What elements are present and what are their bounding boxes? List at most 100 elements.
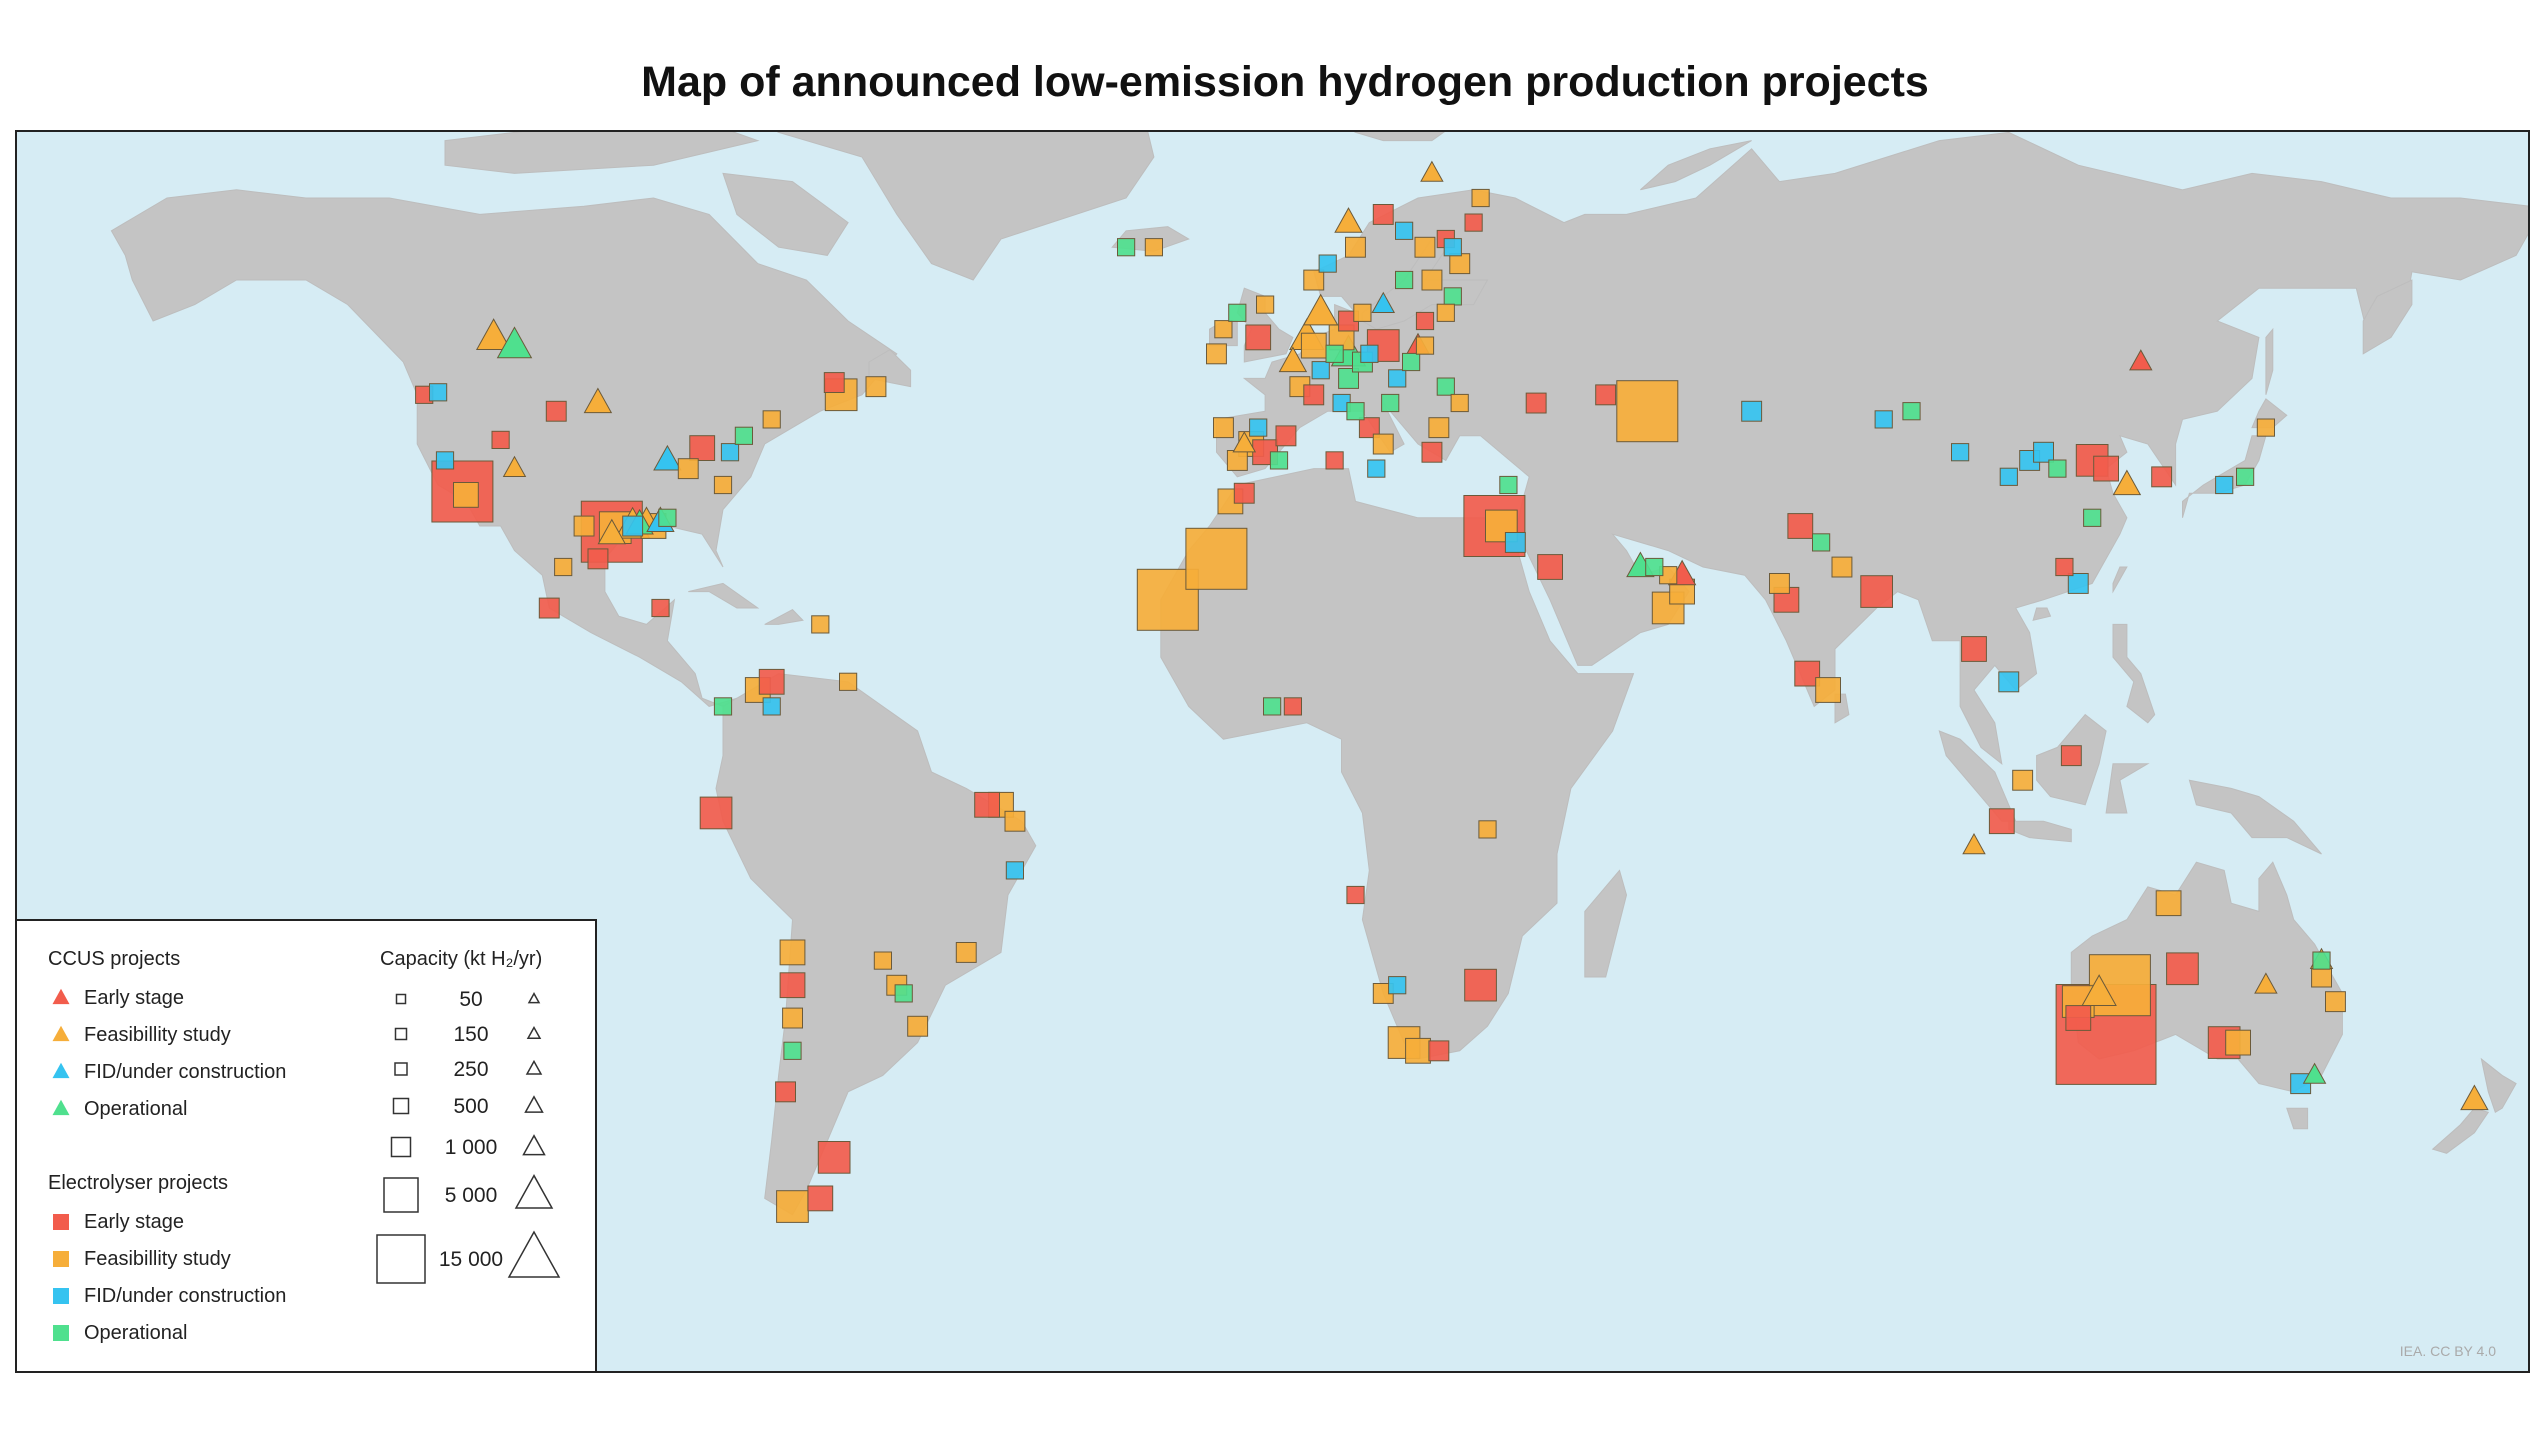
electrolyser-project-marker — [554, 557, 573, 577]
electrolyser-project-marker — [1117, 238, 1136, 257]
electrolyser-project-marker — [720, 443, 740, 462]
ccus-legend-early_stage-label: Early stage — [84, 987, 184, 1009]
electrolyser-project-marker — [1372, 204, 1394, 225]
capacity-value-label: 5 000 — [445, 1184, 498, 1207]
electrolyser-project-marker — [1860, 575, 1894, 608]
electrolyser-project-marker — [1499, 475, 1518, 495]
electrolyser-project-marker — [762, 697, 781, 716]
electrolyser-project-marker — [1325, 344, 1344, 363]
electrolyser-project-marker — [894, 984, 913, 1003]
electrolyser-project-marker — [622, 515, 644, 537]
electrolyser-project-marker — [811, 615, 830, 634]
electrolyser-project-marker — [1831, 556, 1853, 578]
electrolyser-legend-heading: Electrolyser projects — [48, 1172, 228, 1194]
electrolyser-project-marker — [2012, 769, 2034, 791]
electrolyser-project-marker — [1415, 311, 1435, 331]
electrolyser-project-marker — [775, 1081, 796, 1103]
electrolyser-project-marker — [1428, 1040, 1450, 1062]
electrolyser-project-marker — [1449, 253, 1471, 275]
electrolyser-project-marker — [1206, 343, 1227, 365]
electrolyser-project-marker — [2060, 745, 2082, 767]
electrolyser-project-marker — [545, 400, 567, 422]
electrolyser-project-marker — [907, 1015, 929, 1037]
electrolyser-project-marker — [1004, 810, 1026, 832]
ccus-legend-operational-label: Operational — [84, 1098, 187, 1120]
electrolyser-project-marker — [2236, 467, 2255, 486]
electrolyser-project-marker — [1233, 482, 1255, 504]
electrolyser-project-marker — [699, 796, 733, 830]
electrolyser-project-marker — [2215, 475, 2234, 495]
electrolyser-project-marker — [823, 372, 845, 394]
electrolyser-project-marker — [1388, 976, 1407, 995]
ccus-legend-fid_under_construction-label: FID/under construction — [84, 1061, 286, 1083]
electrolyser-legend-operational-label: Operational — [84, 1322, 187, 1344]
electrolyser-project-marker — [713, 697, 733, 716]
electrolyser-project-marker — [1421, 269, 1443, 291]
electrolyser-project-marker — [1595, 384, 1617, 406]
electrolyser-project-marker — [2166, 952, 2199, 986]
electrolyser-project-marker — [1769, 573, 1790, 594]
electrolyser-legend-early_stage-label: Early stage — [84, 1211, 184, 1233]
electrolyser-project-marker — [839, 672, 858, 691]
ccus-legend-fid_under_construction-swatch — [52, 1062, 70, 1079]
electrolyser-project-marker — [955, 942, 977, 963]
electrolyser-project-marker — [1428, 417, 1450, 439]
electrolyser-project-marker — [1345, 236, 1366, 258]
capacity-square-5 — [383, 1177, 419, 1213]
electrolyser-project-marker — [1256, 295, 1275, 314]
electrolyser-project-marker — [734, 426, 753, 445]
ccus-legend-heading: CCUS projects — [48, 948, 180, 970]
electrolyser-project-marker — [974, 791, 1001, 818]
electrolyser-project-marker — [435, 451, 455, 470]
electrolyser-project-marker — [779, 939, 806, 966]
electrolyser-project-marker — [817, 1141, 851, 1174]
electrolyser-project-marker — [1812, 533, 1831, 552]
electrolyser-project-marker — [2311, 966, 2333, 988]
electrolyser-project-marker — [2325, 991, 2346, 1013]
electrolyser-project-marker — [1504, 532, 1526, 553]
electrolyser-project-marker — [1318, 254, 1337, 273]
ccus-legend-operational-swatch — [52, 1099, 70, 1116]
electrolyser-project-marker — [1367, 459, 1386, 478]
electrolyser-project-marker — [1415, 336, 1435, 355]
electrolyser-project-marker — [1283, 697, 1303, 716]
capacity-value-label: 1 000 — [445, 1136, 498, 1159]
electrolyser-project-marker — [538, 597, 560, 619]
electrolyser-project-marker — [1450, 393, 1469, 413]
electrolyser-project-marker — [1436, 377, 1455, 396]
capacity-triangle-2 — [525, 1059, 543, 1075]
electrolyser-project-marker — [1402, 352, 1421, 372]
electrolyser-project-marker — [2067, 573, 2089, 594]
electrolyser-project-marker — [689, 435, 716, 462]
ccus-legend-feasibility_study-swatch — [52, 1025, 70, 1042]
electrolyser-project-marker — [2093, 455, 2119, 482]
electrolyser-project-marker — [1353, 303, 1372, 322]
electrolyser-project-marker — [1395, 221, 1414, 240]
map-title: Map of announced low-emission hydrogen p… — [641, 58, 1929, 106]
electrolyser-project-marker — [1144, 238, 1164, 257]
capacity-value-label: 150 — [453, 1023, 488, 1046]
electrolyser-project-marker — [1300, 332, 1327, 359]
electrolyser-project-marker — [677, 458, 699, 480]
electrolyser-legend-operational-swatch — [53, 1325, 69, 1341]
electrolyser-project-marker — [491, 430, 510, 449]
capacity-value-label: 15 000 — [439, 1248, 503, 1271]
electrolyser-project-marker — [1405, 1037, 1431, 1064]
map-legend: CCUS projects Early stage Feasibillity st… — [15, 919, 597, 1373]
capacity-square-0 — [395, 993, 407, 1005]
capacity-value-label: 500 — [453, 1095, 488, 1118]
electrolyser-project-marker — [1325, 451, 1344, 470]
electrolyser-project-marker — [762, 410, 781, 429]
electrolyser-project-marker — [2312, 951, 2331, 970]
electrolyser-project-marker — [1421, 441, 1443, 463]
electrolyser-project-marker — [1478, 820, 1497, 839]
capacity-triangle-3 — [524, 1095, 544, 1113]
electrolyser-project-marker — [587, 548, 609, 570]
electrolyser-project-marker — [1249, 418, 1268, 437]
electrolyser-project-marker — [1005, 861, 1024, 880]
electrolyser-project-marker — [1214, 320, 1233, 339]
ccus-legend-items: Early stage Feasibillity study FID/under c… — [52, 987, 286, 1120]
electrolyser-project-marker — [1537, 554, 1563, 580]
capacity-triangle-5 — [514, 1174, 554, 1209]
electrolyser-project-marker — [758, 668, 785, 695]
